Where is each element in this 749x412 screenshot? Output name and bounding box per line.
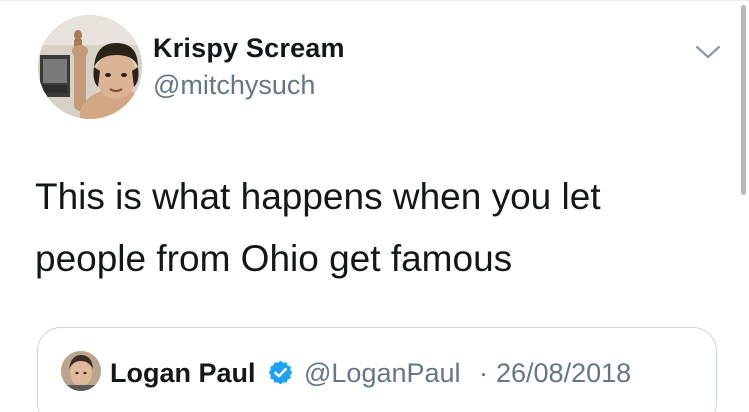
tweet-text: This is what happens when you let people… [35,166,715,290]
avatar-image [38,15,142,119]
author-avatar[interactable] [38,15,142,119]
quoted-author-handle[interactable]: @LoganPaul [304,358,461,389]
quoted-author-avatar[interactable] [61,351,101,391]
chevron-down-icon[interactable] [694,42,722,62]
verified-badge-icon [267,359,294,386]
quoted-author-display-name[interactable]: Logan Paul [110,358,256,389]
quoted-avatar-image [61,351,101,391]
author-handle[interactable]: @mitchysuch [153,70,315,101]
quoted-tweet-date[interactable]: 26/08/2018 [496,358,631,389]
tweet-text-line: people from Ohio get famous [35,238,513,279]
scrollbar[interactable] [741,5,746,195]
quoted-tweet[interactable]: Logan Paul @LoganPaul · 26/08/2018 [37,327,717,412]
tweet-text-line: This is what happens when you let [35,176,601,217]
separator-dot: · [479,358,488,388]
tweet[interactable]: Krispy Scream @mitchysuch This is what h… [0,0,749,412]
author-display-name[interactable]: Krispy Scream [153,33,345,64]
